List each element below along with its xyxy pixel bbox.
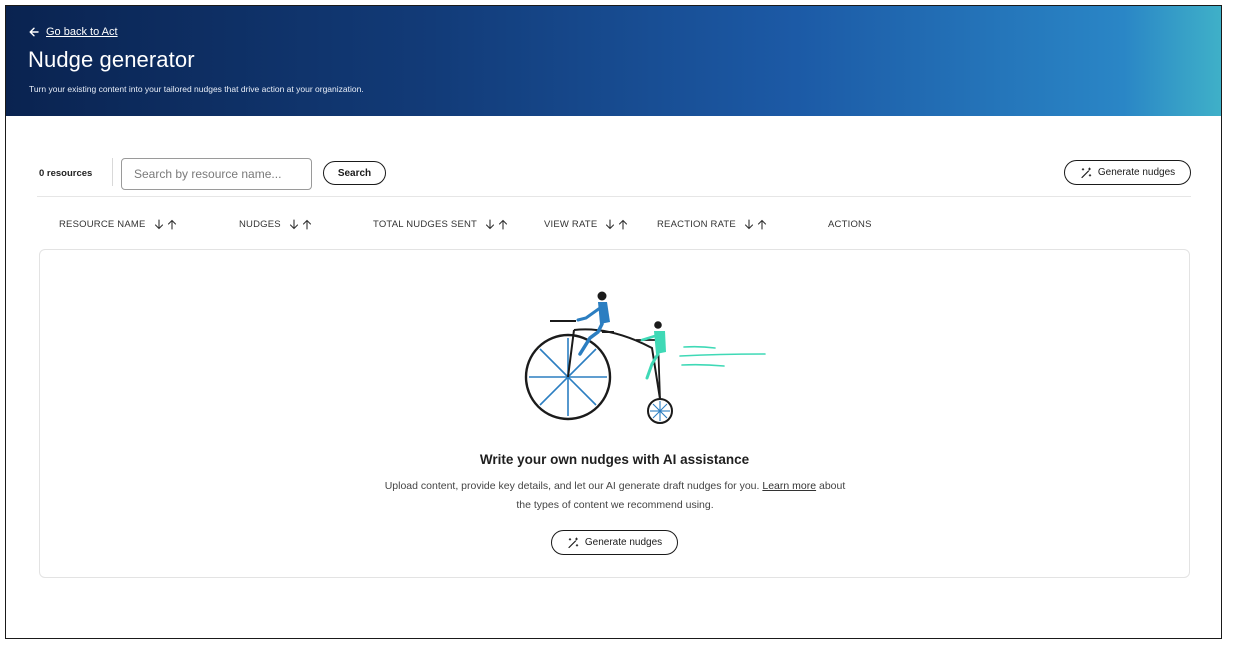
sort-controls[interactable] xyxy=(485,219,508,230)
col-label: TOTAL NUDGES SENT xyxy=(373,219,478,230)
arrow-down-icon[interactable] xyxy=(744,219,754,230)
arrow-up-icon[interactable] xyxy=(167,219,177,230)
col-reaction-rate[interactable]: REACTION RATE xyxy=(657,219,767,230)
col-label: REACTION RATE xyxy=(657,219,736,230)
back-link-label[interactable]: Go back to Act xyxy=(46,26,118,38)
col-nudges[interactable]: NUDGES xyxy=(239,219,312,230)
sort-controls[interactable] xyxy=(605,219,628,230)
page-subtitle: Turn your existing content into your tai… xyxy=(29,84,364,94)
magic-wand-icon xyxy=(1081,167,1092,178)
arrow-up-icon[interactable] xyxy=(498,219,508,230)
empty-state-text: Upload content, provide key details, and… xyxy=(384,480,763,492)
empty-state-description: Upload content, provide key details, and… xyxy=(380,477,850,515)
empty-state-card: Write your own nudges with AI assistance… xyxy=(39,249,1190,578)
sort-controls[interactable] xyxy=(154,219,177,230)
col-label: RESOURCE NAME xyxy=(59,219,146,230)
penny-farthing-illustration xyxy=(524,291,766,424)
resource-count: 0 resources xyxy=(39,168,93,179)
search-button[interactable]: Search xyxy=(323,161,386,185)
magic-wand-icon xyxy=(568,537,579,548)
search-input[interactable] xyxy=(121,158,312,190)
learn-more-link[interactable]: Learn more xyxy=(762,480,816,492)
app-frame: Go back to Act Nudge generator Turn your… xyxy=(5,5,1222,639)
generate-nudges-label: Generate nudges xyxy=(584,537,663,548)
sort-controls[interactable] xyxy=(289,219,312,230)
generate-nudges-button[interactable]: Generate nudges xyxy=(551,530,678,555)
back-link[interactable]: Go back to Act xyxy=(29,26,118,38)
col-resource-name[interactable]: RESOURCE NAME xyxy=(59,219,177,230)
arrow-down-icon[interactable] xyxy=(485,219,495,230)
arrow-up-icon[interactable] xyxy=(757,219,767,230)
page-title: Nudge generator xyxy=(28,47,195,72)
arrow-left-icon xyxy=(29,27,39,37)
col-label: NUDGES xyxy=(239,219,281,230)
arrow-up-icon[interactable] xyxy=(618,219,628,230)
col-label: VIEW RATE xyxy=(544,219,598,230)
resource-toolbar: 0 resources Search Generate nudges xyxy=(37,152,1191,197)
arrow-up-icon[interactable] xyxy=(302,219,312,230)
empty-state-title: Write your own nudges with AI assistance xyxy=(479,452,750,467)
col-actions: ACTIONS xyxy=(828,219,872,230)
col-total-nudges-sent[interactable]: TOTAL NUDGES SENT xyxy=(373,219,508,230)
generate-nudges-label: Generate nudges xyxy=(1097,167,1176,178)
generate-nudges-button[interactable]: Generate nudges xyxy=(1064,160,1191,185)
col-label: ACTIONS xyxy=(828,219,872,230)
arrow-down-icon[interactable] xyxy=(605,219,615,230)
col-view-rate[interactable]: VIEW RATE xyxy=(544,219,628,230)
arrow-down-icon[interactable] xyxy=(154,219,164,230)
arrow-down-icon[interactable] xyxy=(289,219,299,230)
toolbar-divider xyxy=(112,158,113,186)
page-header: Go back to Act Nudge generator Turn your… xyxy=(6,6,1221,116)
sort-controls[interactable] xyxy=(744,219,767,230)
